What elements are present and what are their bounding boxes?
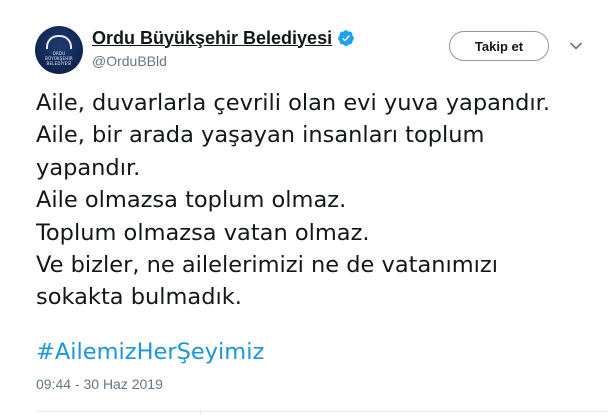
avatar-logo-text: ORDU BÜYÜKŞEHİR BELEDİYESİ	[45, 51, 73, 66]
tweet-text-line: Ve bizler, ne ailelerimizi ne de vatanım…	[36, 252, 498, 279]
author-handle[interactable]: @OrduBBld	[92, 53, 167, 69]
tweet-text: Aile, duvarlarla çevrili olan evi yuva y…	[36, 87, 608, 314]
tweet-text-line: Aile, duvarlarla çevrili olan evi yuva y…	[36, 90, 551, 116]
verified-badge-icon	[337, 29, 355, 47]
divider	[200, 409, 201, 415]
hashtag-link[interactable]: #AilemizHerŞeyimiz	[36, 337, 264, 367]
tweet-text-line: yapandır.	[36, 154, 141, 181]
chevron-down-icon[interactable]	[568, 38, 584, 54]
tweet-text-line: Aile olmazsa toplum olmaz.	[36, 187, 347, 214]
tweet-text-line: Aile, bir arada yaşayan insanları toplum	[36, 122, 485, 149]
author-display-name[interactable]: Ordu Büyükşehir Belediyesi	[92, 28, 332, 49]
tweet-text-line: Toplum olmazsa vatan olmaz.	[36, 219, 370, 246]
tweet-text-line: sokakta bulmadık.	[36, 284, 242, 311]
municipality-logo-icon	[46, 34, 72, 49]
tweet-timestamp[interactable]: 09:44 - 30 Haz 2019	[36, 376, 163, 392]
avatar[interactable]: ORDU BÜYÜKŞEHİR BELEDİYESİ	[35, 26, 83, 74]
divider	[36, 411, 608, 412]
tweet-card: ORDU BÜYÜKŞEHİR BELEDİYESİ Ordu Büyükşeh…	[0, 0, 616, 415]
avatar-text-line: BELEDİYESİ	[46, 60, 72, 66]
author-name-row: Ordu Büyükşehir Belediyesi	[92, 26, 355, 50]
follow-button[interactable]: Takip et	[449, 31, 549, 61]
